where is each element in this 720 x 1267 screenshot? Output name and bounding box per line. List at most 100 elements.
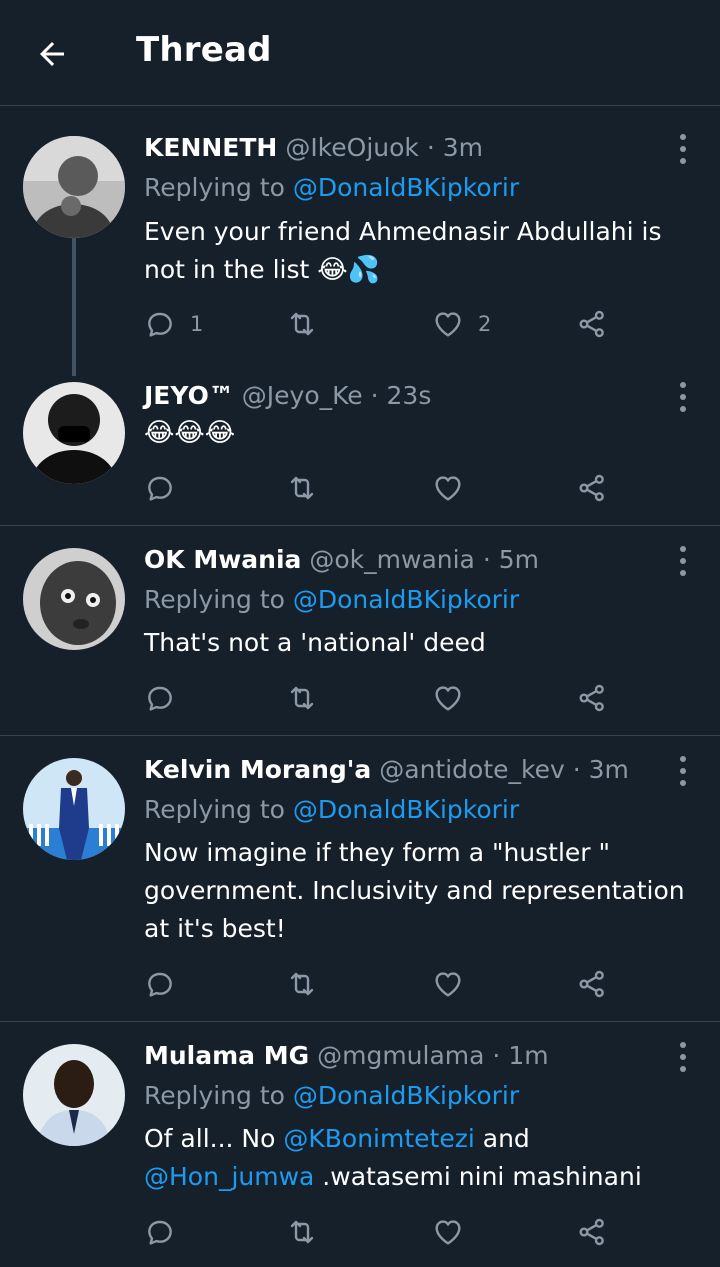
tweet-kelvin-moranga[interactable]: Kelvin Morang'a @antidote_kev · 3m Reply…: [0, 736, 720, 1022]
tweet-ok-mwania[interactable]: OK Mwania @ok_mwania · 5m Replying to @D…: [0, 526, 720, 736]
like-button[interactable]: [432, 468, 464, 508]
user-handle: @Jeyo_Ke: [241, 381, 363, 410]
reply-icon: [148, 476, 172, 501]
tweet-text-part: Of all... No: [144, 1124, 284, 1153]
replying-to-link[interactable]: @DonaldBKipkorir: [293, 173, 519, 202]
separator-dot: ·: [482, 545, 491, 574]
tweet-text-content: Now imagine if they form a "hustler " go…: [144, 838, 685, 943]
retweet-icon: [290, 476, 314, 500]
more-options-button[interactable]: [676, 756, 690, 786]
more-dot: [680, 146, 686, 152]
avatar[interactable]: [23, 1044, 125, 1146]
heart-icon: [435, 972, 461, 997]
share-icon: [579, 970, 604, 998]
back-button[interactable]: [22, 24, 82, 84]
more-dot: [680, 406, 686, 412]
replying-prefix: Replying to: [144, 173, 293, 202]
heart-icon: [435, 1220, 461, 1245]
display-name[interactable]: Kelvin Morang'a: [144, 755, 371, 784]
avatar[interactable]: [23, 758, 125, 860]
tweet-text: Of all... No @KBonimtetezi and @Hon_jumwa…: [144, 1120, 694, 1196]
heart-icon: [435, 476, 461, 501]
replying-prefix: Replying to: [144, 585, 293, 614]
person-photo-icon: [23, 382, 125, 484]
more-vertical-icon: [680, 1042, 686, 1048]
tweet-text: That's not a 'national' deed: [144, 624, 694, 662]
replying-to-link[interactable]: @DonaldBKipkorir: [293, 1081, 519, 1110]
retweet-icon: [290, 972, 314, 996]
reply-button[interactable]: [144, 678, 176, 718]
display-name[interactable]: JEYO™: [144, 381, 234, 410]
share-button[interactable]: [576, 468, 608, 508]
reply-icon: [148, 312, 172, 337]
replying-to-link[interactable]: @DonaldBKipkorir: [293, 795, 519, 824]
person-photo-icon: [23, 136, 125, 238]
avatar[interactable]: [23, 136, 125, 238]
avatar[interactable]: [23, 548, 125, 650]
tweet-meta: KENNETH @IkeOjuok · 3m: [144, 132, 660, 164]
more-dot: [680, 394, 686, 400]
tweet-mulama-mg[interactable]: Mulama MG @mgmulama · 1m Replying to @Do…: [0, 1022, 720, 1267]
emoji: 😂😂😂: [144, 418, 236, 448]
reply-button[interactable]: [144, 964, 176, 1004]
more-vertical-icon: [680, 382, 686, 388]
tweet-jeyo[interactable]: JEYO™ @Jeyo_Ke · 23s 😂😂😂: [0, 366, 720, 526]
timestamp: 3m: [588, 755, 629, 784]
display-name[interactable]: KENNETH: [144, 133, 277, 162]
retweet-button[interactable]: [286, 964, 318, 1004]
more-options-button[interactable]: [676, 1042, 690, 1072]
retweet-icon: [290, 686, 314, 710]
retweet-button[interactable]: [286, 468, 318, 508]
reply-button[interactable]: [144, 1212, 176, 1252]
tweet-actions: [144, 678, 614, 718]
more-dot: [680, 158, 686, 164]
tweet-text: Even your friend Ahmednasir Abdullahi is…: [144, 213, 694, 289]
mention-link[interactable]: @KBonimtetezi: [283, 1124, 474, 1153]
reply-count: 1: [190, 312, 204, 336]
retweet-icon: [290, 1220, 314, 1244]
more-vertical-icon: [680, 756, 686, 762]
tweet-text-part: and: [474, 1124, 530, 1153]
tweet-meta: Mulama MG @mgmulama · 1m: [144, 1040, 660, 1072]
share-button[interactable]: [576, 964, 608, 1004]
retweet-button[interactable]: [286, 304, 318, 344]
tweet-actions: 1 2: [144, 304, 614, 344]
share-icon: [579, 684, 604, 712]
like-button[interactable]: 2: [432, 304, 491, 344]
more-dot: [680, 768, 686, 774]
retweet-button[interactable]: [286, 1212, 318, 1252]
more-options-button[interactable]: [676, 546, 690, 576]
retweet-button[interactable]: [286, 678, 318, 718]
like-count: 2: [478, 312, 492, 336]
like-button[interactable]: [432, 964, 464, 1004]
more-options-button[interactable]: [676, 134, 690, 164]
avatar[interactable]: [23, 382, 125, 484]
replying-to: Replying to @DonaldBKipkorir: [144, 1080, 519, 1112]
retweet-icon: [290, 312, 314, 336]
user-handle: @IkeOjuok: [285, 133, 419, 162]
more-options-button[interactable]: [676, 382, 690, 412]
display-name[interactable]: Mulama MG: [144, 1041, 309, 1070]
like-button[interactable]: [432, 1212, 464, 1252]
arrow-left-icon: [40, 42, 64, 66]
timestamp: 1m: [508, 1041, 549, 1070]
user-handle: @antidote_kev: [379, 755, 565, 784]
person-photo-icon: [23, 1044, 125, 1146]
tweet-meta: OK Mwania @ok_mwania · 5m: [144, 544, 660, 576]
timestamp: 5m: [498, 545, 540, 574]
share-button[interactable]: [576, 1212, 608, 1252]
like-button[interactable]: [432, 678, 464, 718]
mention-link[interactable]: @Hon_jumwa: [144, 1162, 314, 1191]
user-handle: @ok_mwania: [309, 545, 475, 574]
top-bar: Thread: [0, 0, 720, 106]
more-dot: [680, 1066, 686, 1072]
share-button[interactable]: [576, 678, 608, 718]
reply-button[interactable]: 1: [144, 304, 203, 344]
replying-to-link[interactable]: @DonaldBKipkorir: [293, 585, 519, 614]
reply-button[interactable]: [144, 468, 176, 508]
share-icon: [579, 474, 604, 502]
display-name[interactable]: OK Mwania: [144, 545, 301, 574]
share-button[interactable]: [576, 304, 608, 344]
tweet-kenneth[interactable]: KENNETH @IkeOjuok · 3m Replying to @Dona…: [0, 106, 720, 376]
separator-dot: ·: [426, 133, 435, 162]
